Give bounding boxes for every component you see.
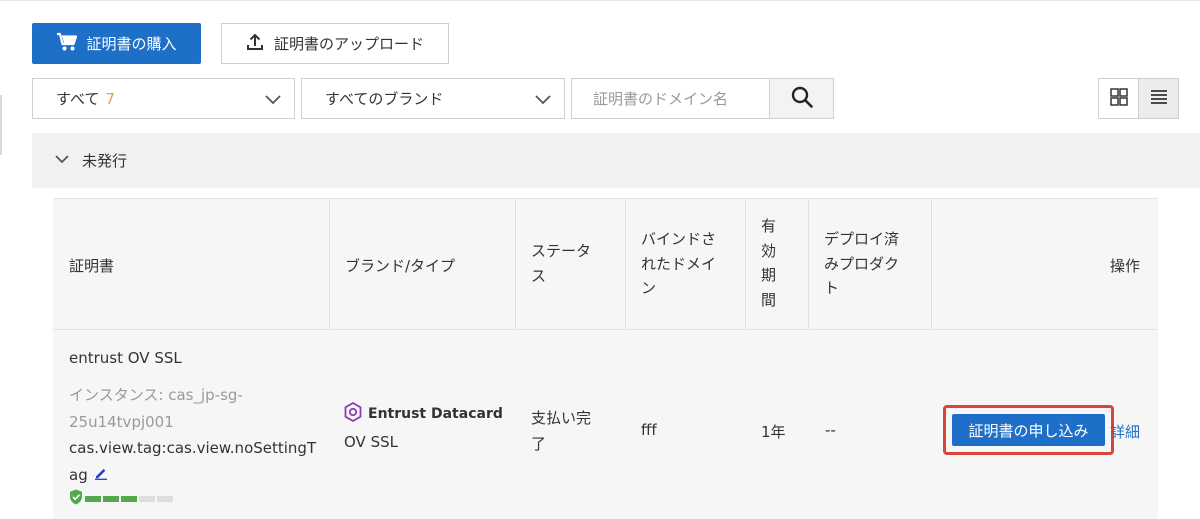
status-filter-select[interactable]: すべて 7 — [32, 78, 295, 119]
domain-search-input[interactable] — [571, 78, 769, 119]
strength-segment-on — [85, 496, 101, 502]
strength-segment-off — [139, 496, 155, 502]
chevron-down-icon — [264, 90, 282, 112]
group-label: 未発行 — [82, 152, 128, 170]
status-filter-value: すべて — [56, 90, 100, 108]
column-header-deployed-line: ト — [824, 279, 840, 297]
column-divider — [625, 199, 626, 329]
instance-id-line: インスタンス: cas_jp-sg- — [69, 386, 243, 404]
strength-segment-off — [157, 496, 173, 502]
top-divider — [0, 0, 1200, 1]
status-count-badge: 7 — [105, 89, 115, 108]
column-header-validity-line: 期 — [761, 266, 777, 284]
column-divider — [931, 199, 932, 329]
table-header: 証明書 ブランド/タイプ ステータ ス バインドさ れたドメイ ン 有 効 期 … — [53, 198, 1158, 330]
brand-filter-value: すべてのブランド — [325, 90, 444, 108]
certificate-type: OV SSL — [344, 433, 398, 451]
buy-certificate-label: 証明書の購入 — [86, 35, 177, 53]
left-edge-bar — [0, 95, 2, 155]
brand-name: Entrust Datacard — [368, 406, 503, 422]
chevron-down-icon — [534, 90, 552, 112]
strength-segment-on — [103, 496, 119, 502]
status-value-line: 支払い完 — [531, 409, 592, 427]
buy-certificate-button[interactable]: 証明書の購入 — [32, 23, 201, 64]
column-header-validity-line: 間 — [761, 290, 777, 309]
unissued-group-header[interactable]: 未発行 — [32, 133, 1200, 188]
edit-icon[interactable] — [94, 462, 108, 489]
tag-text-line: ag — [69, 465, 88, 484]
column-header-domain-line: バインドさ — [641, 230, 717, 248]
instance-id: インスタンス: cas_jp-sg- 25u14tvpj001 — [69, 382, 319, 435]
security-strength-bar — [69, 489, 173, 509]
certificate-name: entrust OV SSL — [69, 349, 182, 367]
tag-text: cas.view.tag:cas.view.noSettingT ag — [69, 435, 324, 488]
upload-certificate-label: 証明書のアップロード — [273, 35, 424, 53]
tag-text-line: cas.view.tag:cas.view.noSettingT — [69, 439, 317, 457]
list-view-button[interactable] — [1138, 78, 1179, 119]
strength-segment-on — [121, 496, 137, 502]
deployed-products: -- — [825, 421, 836, 439]
apply-button-highlight: 証明書の申し込み — [943, 405, 1114, 455]
upload-icon — [246, 33, 264, 55]
search-button[interactable] — [769, 78, 834, 119]
column-divider — [329, 199, 330, 329]
column-divider — [745, 199, 746, 329]
list-view-icon — [1150, 89, 1168, 109]
apply-certificate-button[interactable]: 証明書の申し込み — [952, 414, 1105, 446]
instance-id-line: 25u14tvpj001 — [69, 412, 174, 431]
grid-view-button[interactable] — [1098, 78, 1139, 119]
upload-certificate-button[interactable]: 証明書のアップロード — [221, 23, 449, 64]
brand-logo: Entrust Datacard — [344, 401, 503, 426]
grid-view-icon — [1109, 87, 1128, 110]
column-header-validity-line: 有 — [761, 217, 777, 235]
chevron-down-icon — [54, 151, 70, 171]
validity-period: 1年 — [761, 423, 786, 441]
column-header-deployed-line: みプロダク — [824, 254, 900, 273]
detail-link[interactable]: 詳細 — [1110, 421, 1140, 442]
shield-check-icon — [69, 489, 83, 509]
search-icon — [790, 85, 814, 113]
column-header-status-line: ステータ — [531, 242, 592, 260]
status-value-line: 了 — [531, 435, 547, 453]
entrust-logo-icon — [344, 401, 362, 426]
column-header-validity-line: 効 — [761, 241, 777, 260]
status-value: 支払い完 了 — [531, 405, 611, 457]
brand-filter-select[interactable]: すべてのブランド — [301, 78, 565, 119]
column-header-domain-line: ン — [641, 279, 657, 297]
column-header-validity: 有 効 期 間 — [761, 214, 776, 344]
column-header-deployed-line: デプロイ済 — [824, 230, 900, 248]
column-header-domain-line: れたドメイ — [641, 254, 717, 273]
bound-domain: fff — [641, 421, 657, 439]
column-header-status-line: ス — [531, 266, 547, 285]
column-divider — [808, 199, 809, 329]
cart-icon — [56, 32, 78, 56]
column-divider — [515, 199, 516, 329]
